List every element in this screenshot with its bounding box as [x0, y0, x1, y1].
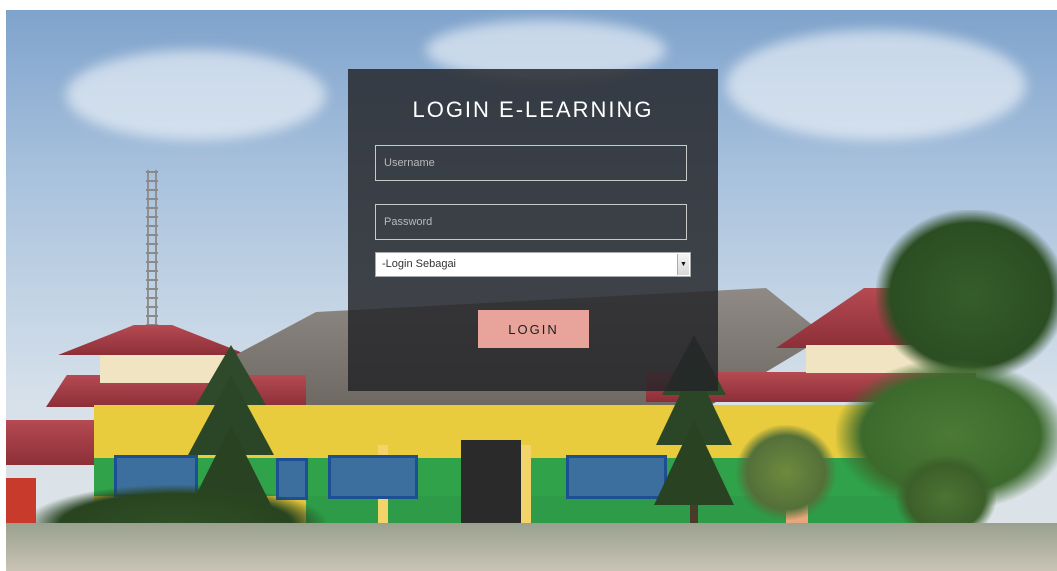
radio-tower [146, 170, 158, 335]
window [328, 455, 418, 499]
username-input[interactable] [375, 145, 687, 181]
cloud [66, 50, 326, 140]
cloud [726, 30, 1026, 140]
ground [6, 523, 1057, 571]
chevron-down-icon[interactable]: ▼ [677, 254, 689, 275]
tree [876, 210, 1057, 380]
login-role-select-value: -Login Sebagai [382, 258, 457, 270]
shrub [736, 425, 836, 520]
password-input[interactable] [375, 204, 687, 240]
login-panel: LOGIN E-LEARNING -Login Sebagai ▼ LOGIN [348, 69, 718, 391]
window [566, 455, 667, 499]
login-button[interactable]: LOGIN [478, 310, 589, 348]
login-title: LOGIN E-LEARNING [412, 97, 654, 122]
login-role-select[interactable]: -Login Sebagai ▼ [375, 252, 691, 277]
roof-side [6, 420, 96, 465]
